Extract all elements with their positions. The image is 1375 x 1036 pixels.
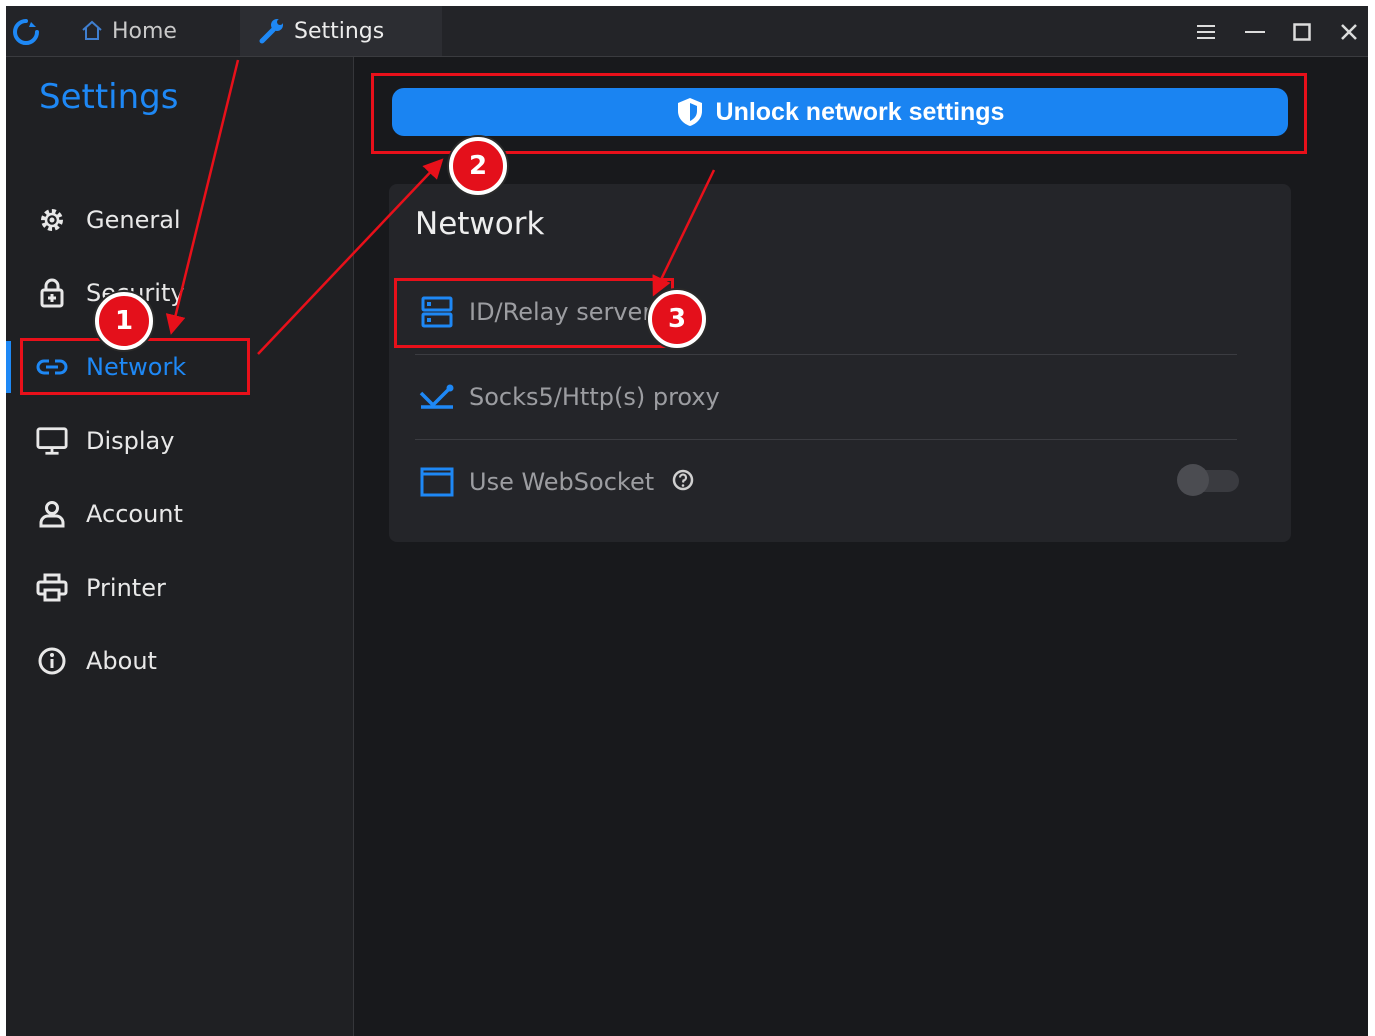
annotation-box-relay bbox=[394, 278, 674, 348]
sidebar-item-security[interactable]: Security bbox=[6, 268, 353, 318]
user-icon bbox=[36, 498, 68, 530]
toggle-knob bbox=[1177, 464, 1209, 496]
row-label-wrap: Use WebSocket bbox=[469, 468, 694, 497]
sidebar-item-label: Display bbox=[86, 427, 175, 455]
socks5-proxy-row[interactable]: Socks5/Http(s) proxy bbox=[415, 355, 1237, 439]
title-bar: Home Settings bbox=[6, 6, 1368, 57]
sidebar-item-about[interactable]: About bbox=[6, 636, 353, 686]
info-icon bbox=[36, 645, 68, 677]
annotation-badge-3: 3 bbox=[648, 290, 706, 348]
sidebar-item-account[interactable]: Account bbox=[6, 489, 353, 539]
gear-icon bbox=[36, 204, 68, 236]
use-websocket-row[interactable]: Use WebSocket bbox=[415, 440, 1239, 524]
sidebar-item-label: Printer bbox=[86, 574, 166, 602]
sidebar-title: Settings bbox=[39, 77, 179, 117]
sidebar: Settings General Security Network Displa… bbox=[6, 57, 354, 1036]
proxy-icon bbox=[419, 379, 455, 415]
tab-home[interactable]: Home bbox=[74, 6, 246, 56]
annotation-badge-2: 2 bbox=[449, 137, 507, 195]
maximize-icon bbox=[1293, 23, 1311, 41]
sidebar-item-general[interactable]: General bbox=[6, 195, 353, 245]
annotation-badge-1: 1 bbox=[95, 292, 153, 350]
sidebar-item-display[interactable]: Display bbox=[6, 416, 353, 466]
tab-settings[interactable]: Settings bbox=[240, 6, 442, 56]
window-icon bbox=[419, 464, 455, 500]
home-icon bbox=[82, 20, 102, 40]
printer-icon bbox=[36, 572, 68, 604]
menu-button[interactable] bbox=[1192, 18, 1220, 46]
row-label: Socks5/Http(s) proxy bbox=[469, 383, 720, 411]
menu-icon bbox=[1197, 25, 1215, 39]
close-icon bbox=[1341, 24, 1357, 40]
app-logo-icon bbox=[13, 19, 39, 45]
minimize-button[interactable] bbox=[1241, 18, 1269, 46]
row-label: Use WebSocket bbox=[469, 467, 655, 496]
tab-label: Settings bbox=[294, 18, 385, 44]
websocket-toggle[interactable] bbox=[1177, 464, 1241, 496]
lock-icon bbox=[36, 277, 68, 309]
maximize-button[interactable] bbox=[1288, 18, 1316, 46]
minimize-icon bbox=[1245, 31, 1265, 33]
sidebar-item-label: General bbox=[86, 206, 181, 234]
annotation-box-unlock bbox=[371, 73, 1307, 154]
wrench-icon bbox=[259, 19, 283, 44]
sidebar-item-label: About bbox=[86, 647, 157, 675]
app-window: Home Settings Settings General Security … bbox=[6, 6, 1368, 1036]
help-icon[interactable] bbox=[672, 469, 694, 497]
close-button[interactable] bbox=[1335, 18, 1363, 46]
tab-label: Home bbox=[112, 18, 177, 44]
sidebar-item-printer[interactable]: Printer bbox=[6, 563, 353, 613]
card-title: Network bbox=[415, 206, 545, 242]
network-card: Network ID/Relay server Socks5/Http(s) p… bbox=[389, 184, 1291, 542]
monitor-icon bbox=[36, 425, 68, 457]
sidebar-item-label: Account bbox=[86, 500, 183, 528]
